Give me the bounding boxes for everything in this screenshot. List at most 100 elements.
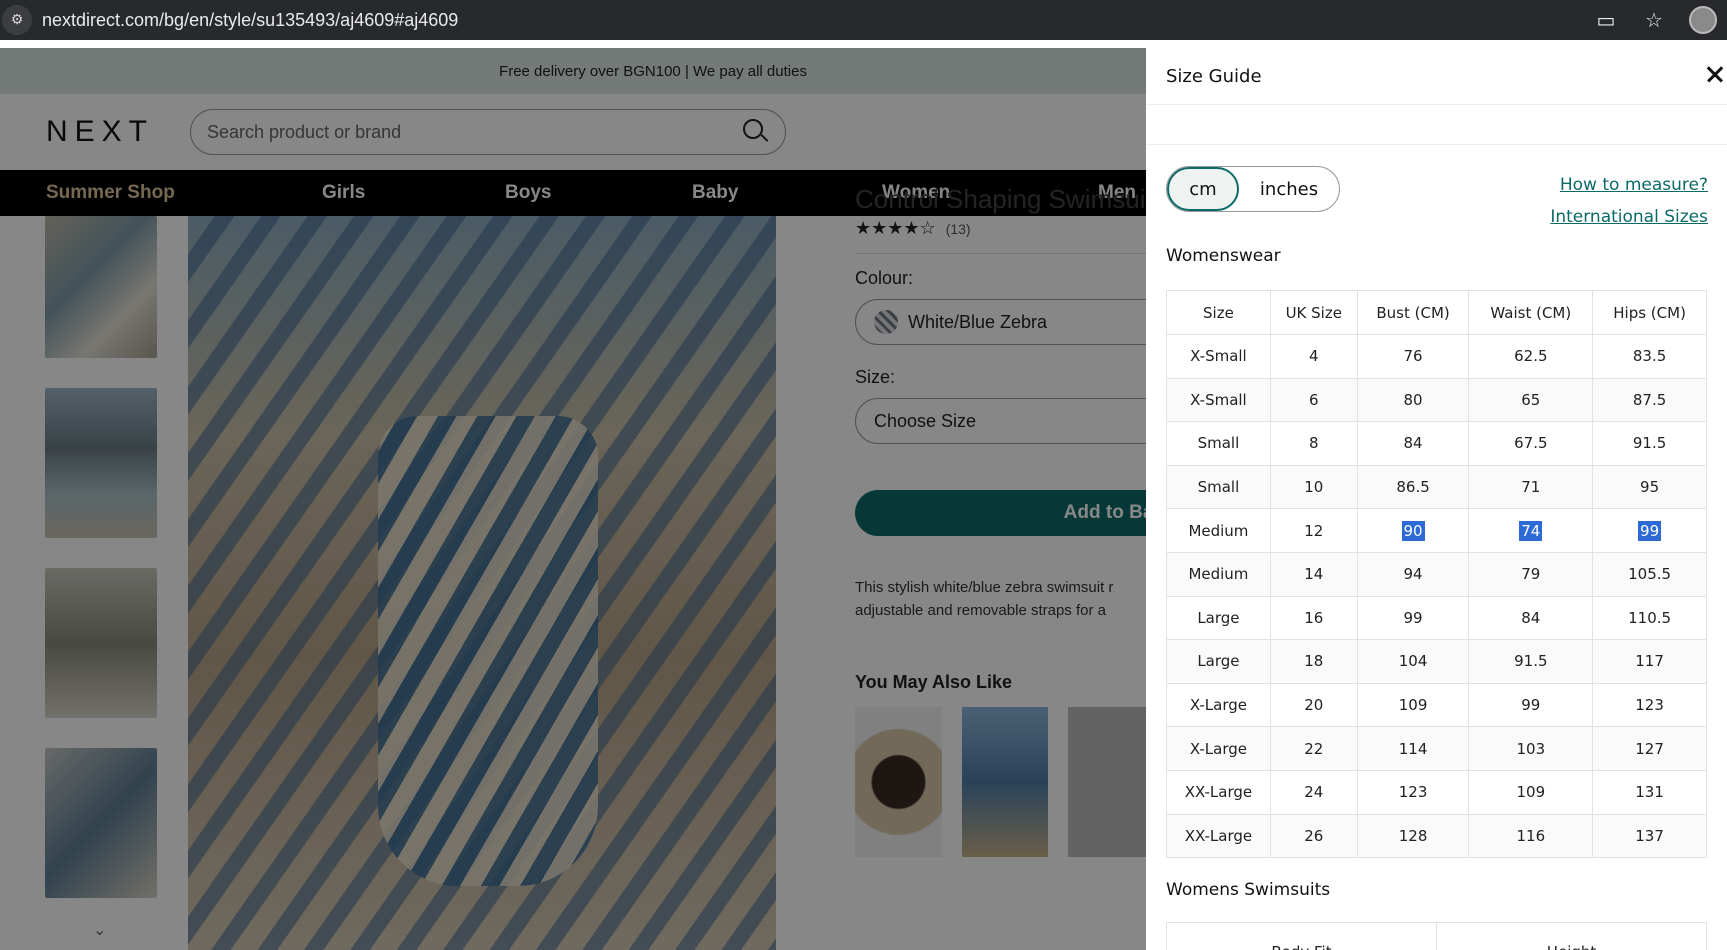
table-cell: 24 — [1269, 769, 1358, 815]
table-cell: 83.5 — [1592, 334, 1707, 379]
unit-toggle: cm inches — [1166, 166, 1340, 212]
table-cell: 99 — [1592, 508, 1707, 553]
product-main-image[interactable] — [188, 216, 776, 950]
table-row: X-Large 20 109 99 123 — [1166, 682, 1707, 728]
cell-value: 95 — [1640, 478, 1660, 497]
table-cell: Large — [1166, 595, 1271, 641]
close-icon[interactable] — [1703, 62, 1727, 86]
cell-value: 94 — [1403, 565, 1423, 584]
table-cell: X-Small — [1166, 334, 1271, 379]
product-thumbnail[interactable] — [45, 388, 157, 538]
cell-value: 74 — [1519, 520, 1543, 541]
search-box[interactable] — [190, 109, 786, 155]
search-icon[interactable] — [743, 119, 769, 145]
divider — [1146, 144, 1727, 145]
cell-value: 24 — [1304, 783, 1324, 802]
recommendation-image[interactable] — [1068, 707, 1146, 857]
table-cell: 91.5 — [1592, 421, 1707, 466]
international-sizes-link[interactable]: International Sizes — [1550, 201, 1708, 233]
cell-value: 91.5 — [1632, 434, 1667, 453]
nav-item-baby[interactable]: Baby — [692, 182, 738, 204]
unit-inches-button[interactable]: inches — [1239, 167, 1339, 211]
table-cell: Small — [1166, 464, 1271, 510]
cell-value: X-Small — [1190, 347, 1247, 366]
colour-select[interactable]: White/Blue Zebra — [855, 299, 1146, 345]
recommendation-image[interactable] — [855, 707, 942, 857]
table-cell: Medium — [1166, 551, 1271, 597]
colour-label: Colour: — [855, 268, 914, 288]
column-header: Bust (CM) — [1356, 290, 1470, 335]
cell-value: 123 — [1398, 783, 1428, 802]
table-cell: 128 — [1356, 813, 1470, 859]
nav-item-boys[interactable]: Boys — [505, 182, 551, 204]
also-like-heading: You May Also Like — [855, 672, 1013, 692]
cell-value: X-Large — [1189, 696, 1247, 715]
table-cell: 90 — [1356, 508, 1470, 553]
nav-item-summer-shop[interactable]: Summer Shop — [46, 182, 175, 204]
add-to-bag-label: Add to Bag — [1063, 502, 1146, 523]
cell-value: Large — [1197, 652, 1240, 671]
site-header: NEXT — [0, 94, 1146, 170]
recommendation-image[interactable] — [961, 707, 1049, 857]
address-bar[interactable]: nextdirect.com/bg/en/style/su135493/aj46… — [42, 10, 458, 31]
table-cell: 62.5 — [1468, 334, 1594, 379]
product-thumbnail[interactable] — [45, 748, 157, 898]
product-details: Control Shaping Swimsuit ★★★★☆ (13) Colo… — [855, 178, 1146, 857]
table-cell: 123 — [1592, 682, 1707, 728]
cell-value: Small — [1197, 478, 1240, 497]
product-thumbnail[interactable] — [45, 216, 157, 358]
cell-value: 86.5 — [1396, 478, 1430, 497]
cell-value: 80 — [1403, 390, 1423, 409]
table-cell: 26 — [1269, 813, 1358, 859]
cell-value: 91.5 — [1514, 652, 1548, 671]
how-to-measure-link[interactable]: How to measure? — [1550, 169, 1708, 201]
cell-value: 83.5 — [1632, 347, 1667, 366]
table-cell: 84 — [1356, 421, 1470, 466]
table-cell: 114 — [1356, 726, 1470, 771]
review-count: (13) — [945, 220, 971, 237]
size-select[interactable]: Choose Size — [855, 398, 1146, 444]
table-cell: X-Large — [1166, 682, 1271, 728]
chevron-down-icon[interactable]: ⌄ — [93, 920, 106, 939]
bookmark-star-icon[interactable]: ☆ — [1641, 8, 1667, 32]
table-cell: 109 — [1468, 769, 1594, 815]
table-cell: 74 — [1468, 508, 1594, 553]
table-cell: 104 — [1356, 639, 1470, 684]
cell-value: X-Small — [1190, 390, 1247, 409]
table-cell: 80 — [1356, 377, 1470, 423]
cell-value: 8 — [1309, 434, 1319, 453]
cell-value: 84 — [1403, 434, 1423, 453]
product-thumbnail[interactable] — [45, 568, 157, 718]
profile-avatar[interactable] — [1689, 6, 1717, 34]
table-row: Small 10 86.5 71 95 — [1166, 464, 1707, 510]
cell-value: 65 — [1521, 390, 1541, 409]
table-cell: Large — [1166, 639, 1271, 684]
size-guide-links: How to measure? International Sizes — [1550, 169, 1708, 233]
table-cell: 109 — [1356, 682, 1470, 728]
cell-value: 67.5 — [1514, 434, 1548, 453]
cell-value: 87.5 — [1632, 390, 1667, 409]
table-row: Medium 14 94 79 105.5 — [1166, 551, 1707, 597]
star-rating-icon: ★★★★☆ — [855, 218, 936, 238]
size-table: Size UK Size Bust (CM) Waist (CM) Hips (… — [1166, 290, 1707, 859]
table-cell: 8 — [1269, 421, 1358, 466]
description-line: adjustable and removable straps for a — [855, 602, 1106, 619]
unit-cm-button[interactable]: cm — [1167, 167, 1239, 211]
table-row: XX-Large 24 123 109 131 — [1166, 769, 1707, 815]
description-line: This stylish white/blue zebra swimsuit r — [855, 579, 1114, 596]
swimsuits-table-header: Body Fit Height — [1166, 922, 1707, 950]
size-guide-panel: Size Guide cm inches How to measure? Int… — [1146, 48, 1727, 950]
colour-swatch-icon — [874, 310, 898, 334]
table-cell: 103 — [1468, 726, 1594, 771]
nav-item-girls[interactable]: Girls — [322, 182, 365, 204]
promo-banner: Free delivery over BGN100 | We pay all d… — [0, 48, 1146, 94]
rating[interactable]: ★★★★☆ (13) — [855, 218, 1146, 239]
cell-value: Large — [1197, 608, 1240, 627]
product-description: This stylish white/blue zebra swimsuit r… — [855, 576, 1146, 622]
add-to-bag-button[interactable]: Add to Bag — [855, 490, 1146, 536]
site-settings-icon[interactable]: ⚙ — [2, 5, 32, 35]
search-input[interactable] — [207, 121, 743, 143]
card-icon[interactable]: ▭ — [1593, 8, 1619, 32]
table-row: X-Large 22 114 103 127 — [1166, 726, 1707, 771]
next-logo[interactable]: NEXT — [46, 115, 170, 149]
